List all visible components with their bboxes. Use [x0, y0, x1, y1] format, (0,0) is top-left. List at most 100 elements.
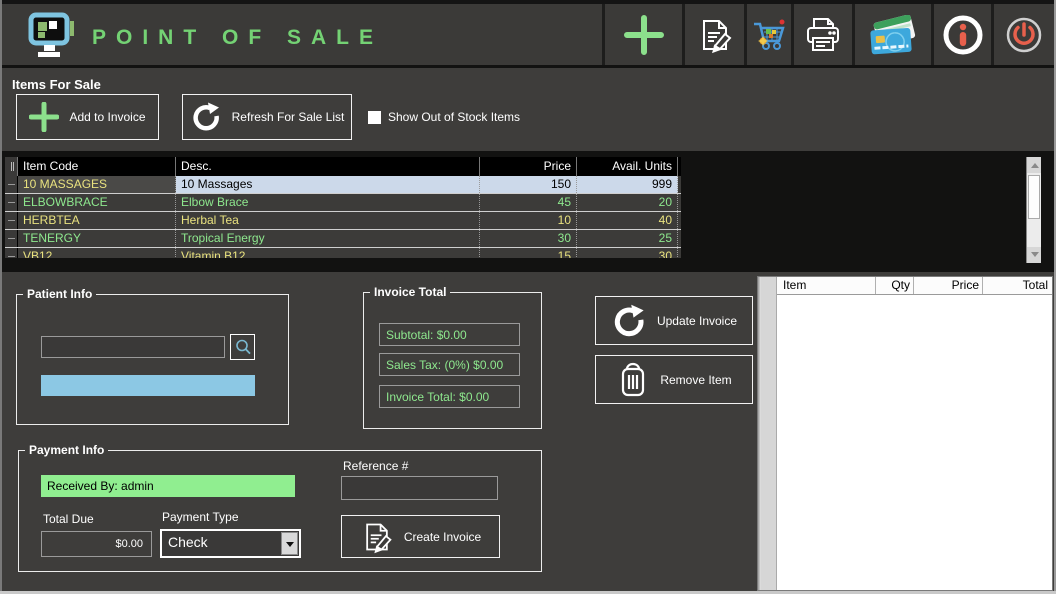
- col-header-desc[interactable]: Desc.: [176, 157, 480, 176]
- refresh-for-sale-list-button[interactable]: Refresh For Sale List: [182, 94, 352, 140]
- patient-search-button[interactable]: [230, 334, 255, 360]
- list-row-header-column: [761, 277, 777, 590]
- reference-label: Reference #: [343, 459, 408, 473]
- received-by-bar: Received By: admin: [41, 475, 295, 497]
- plus-icon: [29, 102, 59, 132]
- table-row[interactable]: HERBTEA Herbal Tea 10 40: [5, 212, 681, 230]
- print-toolbar-button[interactable]: [791, 4, 852, 65]
- col-header-price[interactable]: Price: [914, 277, 983, 294]
- invoice-items-list[interactable]: Item Qty Price Total: [757, 276, 1053, 591]
- cell-desc[interactable]: Elbow Brace: [176, 194, 480, 211]
- total-due-value: $0.00: [41, 531, 152, 557]
- cell-desc[interactable]: Tropical Energy: [176, 230, 480, 247]
- payment-info-label: Payment Info: [25, 443, 108, 457]
- payment-type-label: Payment Type: [162, 510, 239, 524]
- update-invoice-label: Update Invoice: [657, 314, 737, 328]
- items-grid-area: Item Code Desc. Price Avail. Units 10 MA…: [2, 151, 1054, 272]
- cell-units[interactable]: 25: [577, 230, 678, 247]
- invoice-list-header: Item Qty Price Total: [777, 277, 1052, 295]
- scrollbar-thumb[interactable]: [1028, 175, 1040, 219]
- cell-units[interactable]: 30: [577, 248, 678, 258]
- cell-item-code[interactable]: ELBOWBRACE: [18, 194, 176, 211]
- app-title: POINT OF SALE: [92, 26, 383, 50]
- table-row[interactable]: VB12 Vitamin B12 15 30: [5, 248, 681, 258]
- items-for-sale-label: Items For Sale: [12, 77, 101, 92]
- sales-tax-value: Sales Tax: (0%) $0.00: [379, 353, 520, 376]
- edit-invoice-icon: [696, 16, 734, 54]
- table-row[interactable]: TENERGY Tropical Energy 30 25: [5, 230, 681, 248]
- cell-item-code[interactable]: VB12: [18, 248, 176, 258]
- payment-type-select[interactable]: Check: [160, 529, 301, 558]
- shopping-cart-toolbar-button[interactable]: [744, 4, 791, 65]
- cell-price[interactable]: 45: [480, 194, 577, 211]
- col-header-total[interactable]: Total: [983, 277, 1052, 294]
- info-toolbar-button[interactable]: [931, 4, 991, 65]
- power-icon: [1004, 15, 1044, 55]
- toolbar-buttons: [602, 4, 1054, 65]
- cell-item-code[interactable]: 10 MASSAGES: [18, 176, 176, 193]
- cell-price[interactable]: 10: [480, 212, 577, 229]
- table-row[interactable]: 10 MASSAGES 10 Massages 150 999: [5, 176, 681, 194]
- cell-desc[interactable]: 10 Massages: [176, 176, 480, 193]
- row-grip: [5, 194, 18, 211]
- items-table: Item Code Desc. Price Avail. Units 10 MA…: [5, 157, 681, 258]
- payment-type-value: Check: [168, 534, 208, 550]
- row-grip: [5, 248, 18, 258]
- col-header-price[interactable]: Price: [480, 157, 577, 176]
- patient-info-group: Patient Info: [16, 294, 289, 425]
- patient-search-input[interactable]: [41, 336, 225, 358]
- cell-price[interactable]: 30: [480, 230, 577, 247]
- create-invoice-icon: [360, 520, 394, 554]
- items-for-sale-panel: Items For Sale Add to Invoice Refresh Fo…: [2, 71, 1054, 151]
- show-out-of-stock-label: Show Out of Stock Items: [388, 110, 520, 124]
- toolbar: POINT OF SALE: [2, 4, 1054, 68]
- window-edge: [0, 0, 2, 594]
- col-header-item[interactable]: Item: [777, 277, 876, 294]
- add-to-invoice-button[interactable]: Add to Invoice: [16, 94, 159, 140]
- cell-item-code[interactable]: TENERGY: [18, 230, 176, 247]
- col-header-item-code[interactable]: Item Code: [18, 157, 176, 176]
- pos-window: POINT OF SALE: [0, 0, 1056, 594]
- cell-units[interactable]: 40: [577, 212, 678, 229]
- row-grip: [5, 176, 18, 193]
- update-invoice-button[interactable]: Update Invoice: [595, 296, 753, 345]
- search-icon: [234, 338, 252, 356]
- col-header-avail-units[interactable]: Avail. Units: [577, 157, 678, 176]
- create-invoice-button[interactable]: Create Invoice: [341, 515, 500, 558]
- cell-item-code[interactable]: HERBTEA: [18, 212, 176, 229]
- row-grip-icon: [5, 157, 18, 176]
- show-out-of-stock-checkbox[interactable]: [368, 111, 381, 124]
- create-invoice-label: Create Invoice: [404, 530, 481, 544]
- items-table-scrollbar[interactable]: [1026, 157, 1041, 263]
- cell-desc[interactable]: Herbal Tea: [176, 212, 480, 229]
- row-grip: [5, 212, 18, 229]
- refresh-icon: [611, 303, 647, 339]
- payment-cards-toolbar-button[interactable]: [852, 4, 931, 65]
- scroll-up-icon[interactable]: [1027, 157, 1041, 173]
- window-edge: [0, 0, 1056, 4]
- reference-input[interactable]: [341, 476, 498, 500]
- col-header-qty[interactable]: Qty: [876, 277, 914, 294]
- table-row[interactable]: ELBOWBRACE Elbow Brace 45 20: [5, 194, 681, 212]
- power-toolbar-button[interactable]: [991, 4, 1054, 65]
- refresh-label: Refresh For Sale List: [232, 110, 345, 124]
- cell-price[interactable]: 15: [480, 248, 577, 258]
- scroll-down-icon[interactable]: [1027, 247, 1041, 263]
- subtotal-value: Subtotal: $0.00: [379, 323, 520, 346]
- refresh-icon: [190, 101, 222, 133]
- cell-units[interactable]: 20: [577, 194, 678, 211]
- cell-price[interactable]: 150: [480, 176, 577, 193]
- remove-item-button[interactable]: Remove Item: [595, 355, 753, 404]
- table-header-row: Item Code Desc. Price Avail. Units: [5, 157, 681, 176]
- cell-units[interactable]: 999: [577, 176, 678, 193]
- add-to-invoice-label: Add to Invoice: [69, 110, 145, 124]
- invoice-workspace: Patient Info Invoice Total Subtotal: $0.…: [2, 272, 1054, 591]
- info-icon: [941, 13, 985, 57]
- add-invoice-toolbar-button[interactable]: [602, 4, 682, 65]
- chevron-down-icon[interactable]: [281, 532, 298, 555]
- invoice-total-label: Invoice Total: [370, 285, 450, 299]
- cell-desc[interactable]: Vitamin B12: [176, 248, 480, 258]
- trash-icon: [616, 361, 650, 399]
- patient-info-label: Patient Info: [23, 287, 96, 301]
- edit-invoice-toolbar-button[interactable]: [682, 4, 744, 65]
